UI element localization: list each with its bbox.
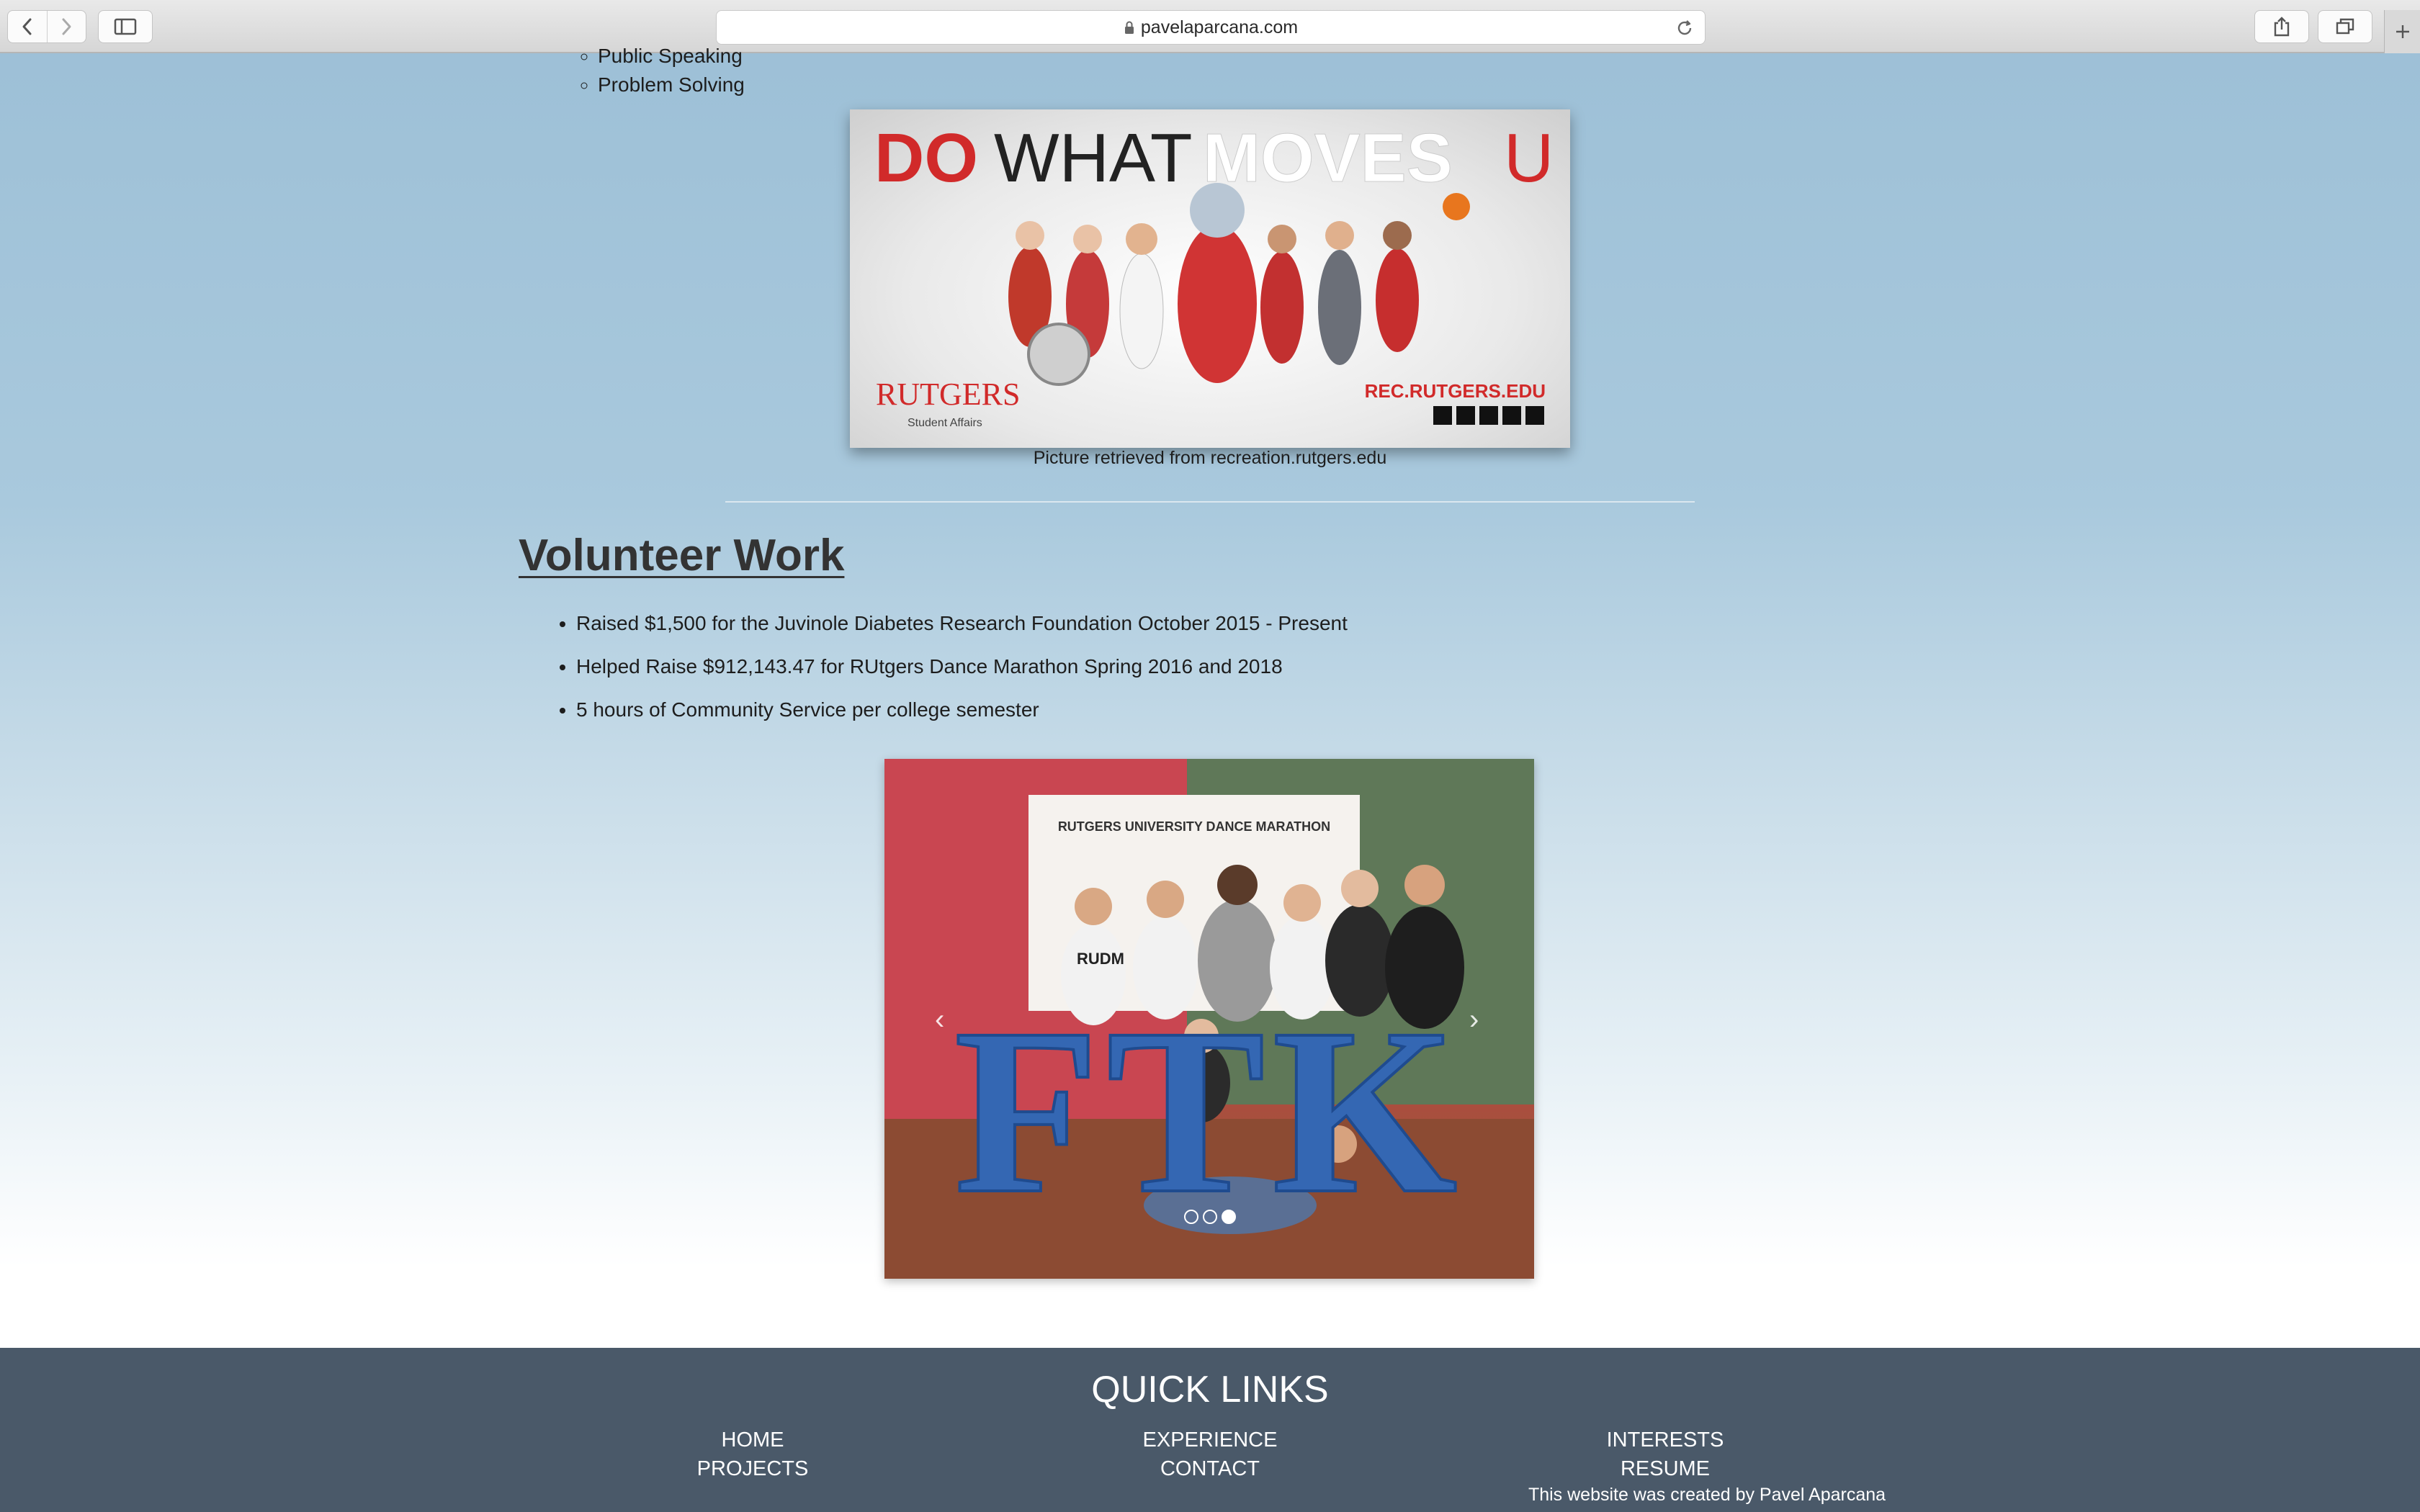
- nav-buttons: [7, 10, 86, 43]
- shirt-text: RUDM: [1077, 950, 1124, 968]
- list-item: Problem Solving: [598, 71, 745, 99]
- carousel-prev-button[interactable]: ‹: [935, 1004, 944, 1036]
- list-item: Raised $1,500 for the Juvinole Diabetes …: [576, 609, 1348, 652]
- footer-link-experience[interactable]: EXPERIENCE: [1066, 1428, 1354, 1452]
- carousel-slide-image: RUTGERS UNIVERSITY DANCE MARATHON RUDM F…: [884, 759, 1534, 1279]
- footer-link-interests[interactable]: INTERESTS: [1521, 1428, 1809, 1452]
- headline-what: WHAT: [994, 120, 1192, 197]
- recreation-image: DO WHAT MOVES U RUTGERS Student Affairs …: [850, 109, 1570, 448]
- headline-do: DO: [874, 120, 978, 197]
- rec-site-text: REC.RUTGERS.EDU: [1365, 380, 1546, 402]
- carousel-next-button[interactable]: ›: [1469, 1004, 1479, 1036]
- footer-link-contact[interactable]: CONTACT: [1066, 1457, 1354, 1481]
- carousel-dot-2[interactable]: [1203, 1210, 1217, 1224]
- new-tab-button[interactable]: [2384, 10, 2420, 53]
- tabs-icon: [2336, 18, 2354, 35]
- chevron-right-icon: [62, 18, 71, 35]
- list-item: Helped Raise $912,143.47 for RUtgers Dan…: [576, 652, 1348, 696]
- back-button[interactable]: [8, 11, 47, 42]
- list-item: Public Speaking: [598, 42, 745, 71]
- footer-link-projects[interactable]: PROJECTS: [609, 1457, 897, 1481]
- skills-list: Public Speaking Problem Solving: [598, 42, 745, 99]
- chevron-left-icon: [22, 18, 32, 35]
- sidebar-icon: [114, 18, 137, 35]
- photo-carousel[interactable]: RUTGERS UNIVERSITY DANCE MARATHON RUDM F…: [884, 759, 1534, 1279]
- share-button[interactable]: [2254, 10, 2309, 43]
- footer: QUICK LINKS HOME PROJECTS EXPERIENCE CON…: [0, 1348, 2420, 1512]
- headline-u: U: [1504, 120, 1554, 197]
- image-caption: Picture retrieved from recreation.rutger…: [1033, 448, 1387, 468]
- tabs-overview-button[interactable]: [2318, 10, 2372, 43]
- carousel-indicators: [1184, 1210, 1236, 1224]
- carousel-dot-3[interactable]: [1222, 1210, 1236, 1224]
- headline-moves: MOVES: [1203, 120, 1453, 197]
- ftk-letters: FTK: [954, 980, 1464, 1243]
- footer-title: QUICK LINKS: [1091, 1369, 1329, 1410]
- banner-text: RUTGERS UNIVERSITY DANCE MARATHON: [1058, 819, 1330, 834]
- share-icon: [2274, 17, 2290, 37]
- url-text: pavelaparcana.com: [1140, 17, 1299, 37]
- footer-link-resume[interactable]: RESUME: [1521, 1457, 1809, 1481]
- social-icons: [1433, 406, 1544, 425]
- recreation-poster: DO WHAT MOVES U RUTGERS Student Affairs …: [874, 120, 1554, 430]
- browser-toolbar: pavelaparcana.com: [0, 0, 2420, 53]
- section-divider: [725, 501, 1695, 503]
- lock-icon: [1124, 21, 1134, 34]
- rutgers-logo-text: RUTGERS: [876, 377, 1020, 412]
- plus-icon: [2396, 25, 2409, 38]
- volunteer-list: Raised $1,500 for the Juvinole Diabetes …: [576, 609, 1348, 739]
- student-affairs-text: Student Affairs: [908, 417, 982, 429]
- site-credit: This website was created by Pavel Aparca…: [1528, 1485, 1886, 1505]
- address-bar[interactable]: pavelaparcana.com: [716, 10, 1706, 45]
- list-item: 5 hours of Community Service per college…: [576, 696, 1348, 739]
- volunteer-title: Volunteer Work: [519, 531, 845, 580]
- athletes-illustration: [1008, 183, 1470, 386]
- reload-icon[interactable]: [1675, 18, 1695, 38]
- forward-button[interactable]: [46, 11, 86, 42]
- sidebar-toggle-button[interactable]: [98, 10, 153, 43]
- footer-link-home[interactable]: HOME: [609, 1428, 897, 1452]
- carousel-dot-1[interactable]: [1184, 1210, 1198, 1224]
